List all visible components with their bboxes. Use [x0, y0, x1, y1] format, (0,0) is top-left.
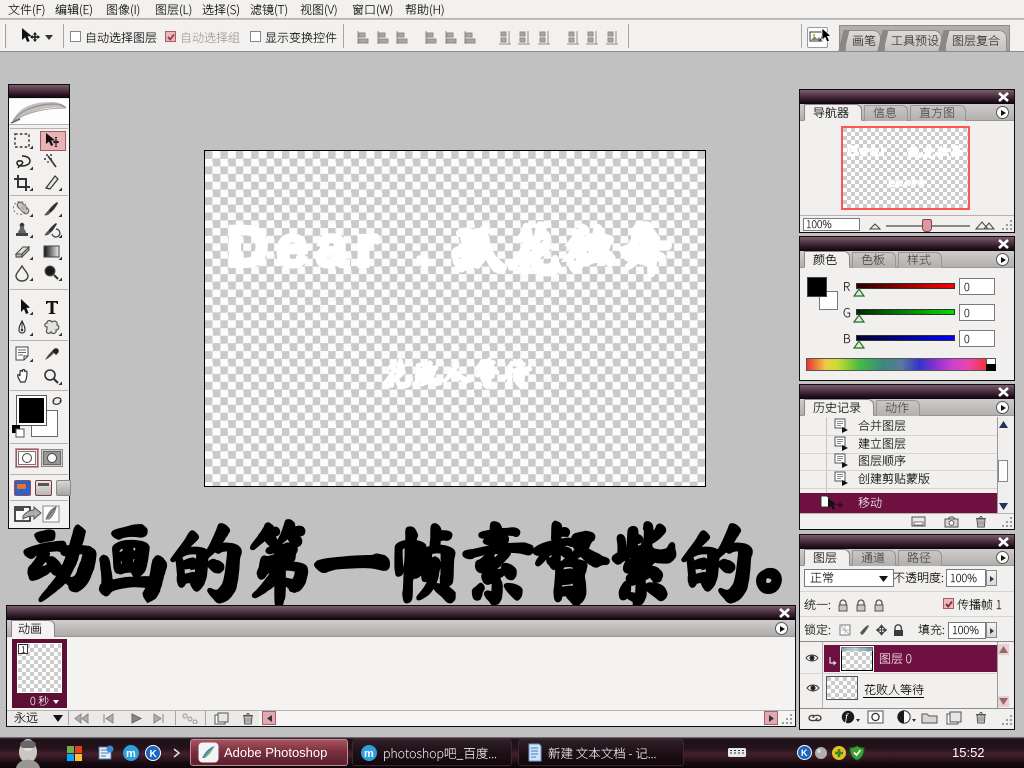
svg-text:m: m — [126, 748, 136, 760]
svg-text:K: K — [150, 749, 158, 760]
svg-text:K: K — [801, 748, 808, 758]
svg-text:m: m — [364, 748, 374, 760]
